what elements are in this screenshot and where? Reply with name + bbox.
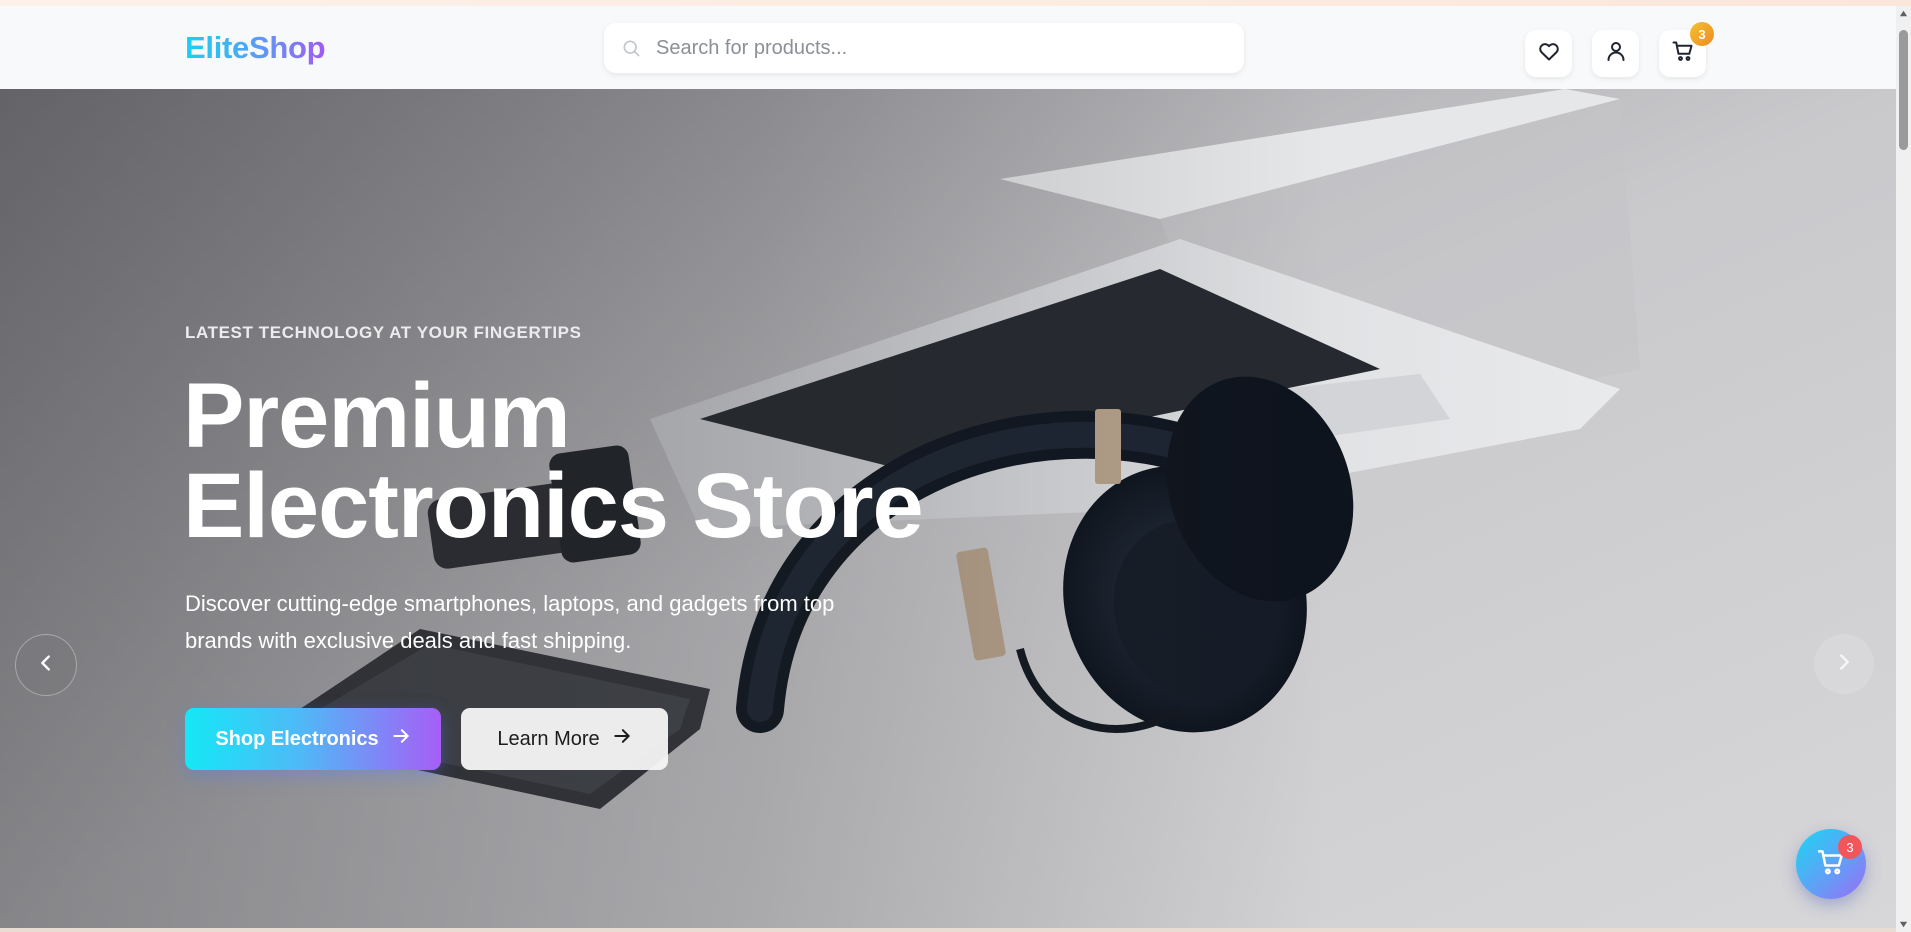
carousel-prev-button[interactable] (15, 634, 77, 696)
hero-title: Premium Electronics Store (183, 365, 924, 557)
cart-count-badge: 3 (1690, 22, 1714, 46)
site-header: EliteShop Search for products... 3 (0, 6, 1896, 90)
page: EliteShop Search for products... 3 LATES… (0, 0, 1911, 932)
hero-eyebrow: LATEST TECHNOLOGY AT YOUR FINGERTIPS (185, 323, 582, 342)
arrow-right-icon (612, 726, 632, 752)
hero-title-line-2: Electronics Store (183, 455, 924, 557)
cart-icon (1671, 39, 1695, 68)
learn-more-button[interactable]: Learn More (461, 708, 668, 770)
hero-subtitle: Discover cutting-edge smartphones, lapto… (185, 591, 835, 653)
account-button[interactable] (1592, 30, 1639, 77)
chevron-left-icon (35, 652, 57, 679)
heart-icon (1537, 39, 1561, 68)
arrow-right-icon (391, 726, 411, 752)
chevron-right-icon (1833, 651, 1855, 678)
scroll-up-arrow-icon[interactable] (1896, 6, 1911, 21)
shop-electronics-button[interactable]: Shop Electronics (185, 708, 441, 770)
user-icon (1604, 39, 1628, 68)
vertical-scrollbar[interactable] (1896, 6, 1911, 932)
shop-electronics-label: Shop Electronics (215, 727, 379, 750)
search-bar[interactable] (604, 23, 1244, 73)
bottom-edge-strip (0, 928, 1896, 932)
scroll-down-arrow-icon[interactable] (1896, 917, 1911, 932)
search-icon (620, 37, 642, 59)
hero-banner: LATEST TECHNOLOGY AT YOUR FINGERTIPS Pre… (0, 89, 1896, 928)
floating-cart-count-badge: 3 (1838, 835, 1862, 859)
learn-more-label: Learn More (497, 727, 600, 750)
logo[interactable]: EliteShop (185, 30, 326, 66)
carousel-next-button[interactable] (1814, 634, 1874, 694)
hero-title-line-1: Premium (183, 365, 571, 467)
scrollbar-thumb[interactable] (1899, 30, 1908, 150)
search-input[interactable] (654, 35, 1218, 61)
wishlist-button[interactable] (1525, 30, 1572, 77)
floating-cart-button[interactable]: 3 (1796, 829, 1866, 899)
cart-button[interactable]: 3 (1659, 22, 1714, 77)
